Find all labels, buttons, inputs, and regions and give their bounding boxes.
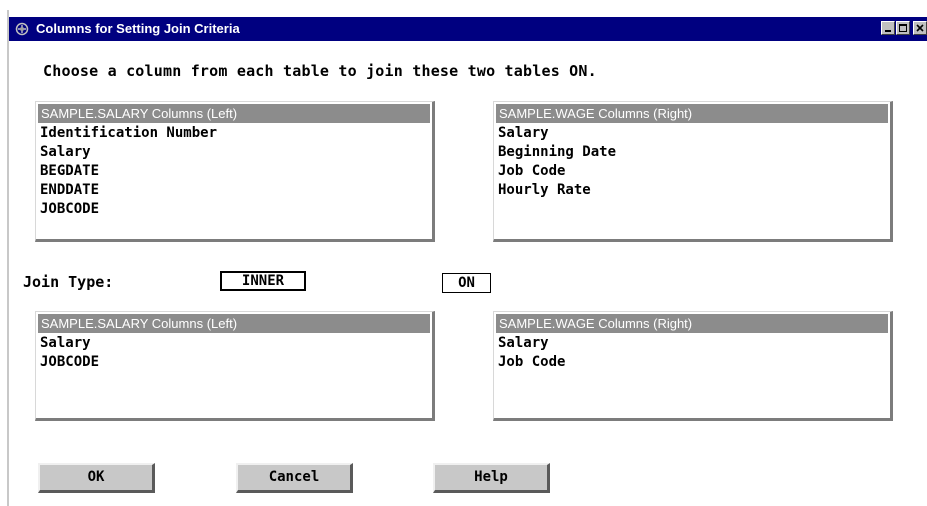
- available-right-list-header: SAMPLE.WAGE Columns (Right): [496, 104, 888, 123]
- sas-app-icon[interactable]: [15, 21, 29, 36]
- list-item[interactable]: Salary: [40, 143, 428, 162]
- cancel-button[interactable]: Cancel: [236, 463, 353, 493]
- selected-right-items: Salary Job Code: [498, 334, 886, 372]
- help-button[interactable]: Help: [433, 463, 550, 493]
- list-item[interactable]: JOBCODE: [40, 353, 428, 372]
- list-item[interactable]: JOBCODE: [40, 200, 428, 219]
- list-item[interactable]: BEGDATE: [40, 162, 428, 181]
- list-item[interactable]: Job Code: [498, 353, 886, 372]
- list-item[interactable]: ENDDATE: [40, 181, 428, 200]
- list-item[interactable]: Job Code: [498, 162, 886, 181]
- minimize-icon[interactable]: [881, 21, 895, 35]
- close-icon[interactable]: [913, 21, 927, 35]
- dialog-window: Columns for Setting Join Criteria Choose…: [7, 10, 927, 506]
- ok-button[interactable]: OK: [38, 463, 155, 493]
- selected-left-list-header: SAMPLE.SALARY Columns (Left): [38, 314, 430, 333]
- available-right-items: Salary Beginning Date Job Code Hourly Ra…: [498, 124, 886, 200]
- selected-right-list-header: SAMPLE.WAGE Columns (Right): [496, 314, 888, 333]
- maximize-icon[interactable]: [896, 21, 910, 35]
- join-type-label: Join Type:: [23, 273, 114, 291]
- selected-left-columns-list[interactable]: SAMPLE.SALARY Columns (Left) Salary JOBC…: [35, 311, 435, 421]
- selected-right-columns-list[interactable]: SAMPLE.WAGE Columns (Right) Salary Job C…: [493, 311, 893, 421]
- list-item[interactable]: Identification Number: [40, 124, 428, 143]
- available-left-items: Identification Number Salary BEGDATE END…: [40, 124, 428, 219]
- list-item[interactable]: Salary: [498, 334, 886, 353]
- available-left-list-header: SAMPLE.SALARY Columns (Left): [38, 104, 430, 123]
- list-item[interactable]: Hourly Rate: [498, 181, 886, 200]
- window-title: Columns for Setting Join Criteria: [36, 21, 240, 36]
- available-right-columns-list[interactable]: SAMPLE.WAGE Columns (Right) Salary Begin…: [493, 101, 893, 242]
- list-item[interactable]: Salary: [498, 124, 886, 143]
- list-item[interactable]: Salary: [40, 334, 428, 353]
- list-item[interactable]: Beginning Date: [498, 143, 886, 162]
- available-left-columns-list[interactable]: SAMPLE.SALARY Columns (Left) Identificat…: [35, 101, 435, 242]
- title-bar[interactable]: Columns for Setting Join Criteria: [9, 17, 927, 41]
- instruction-text: Choose a column from each table to join …: [43, 62, 597, 80]
- join-type-field[interactable]: INNER: [220, 271, 306, 291]
- join-on-field[interactable]: ON: [442, 273, 491, 293]
- selected-left-items: Salary JOBCODE: [40, 334, 428, 372]
